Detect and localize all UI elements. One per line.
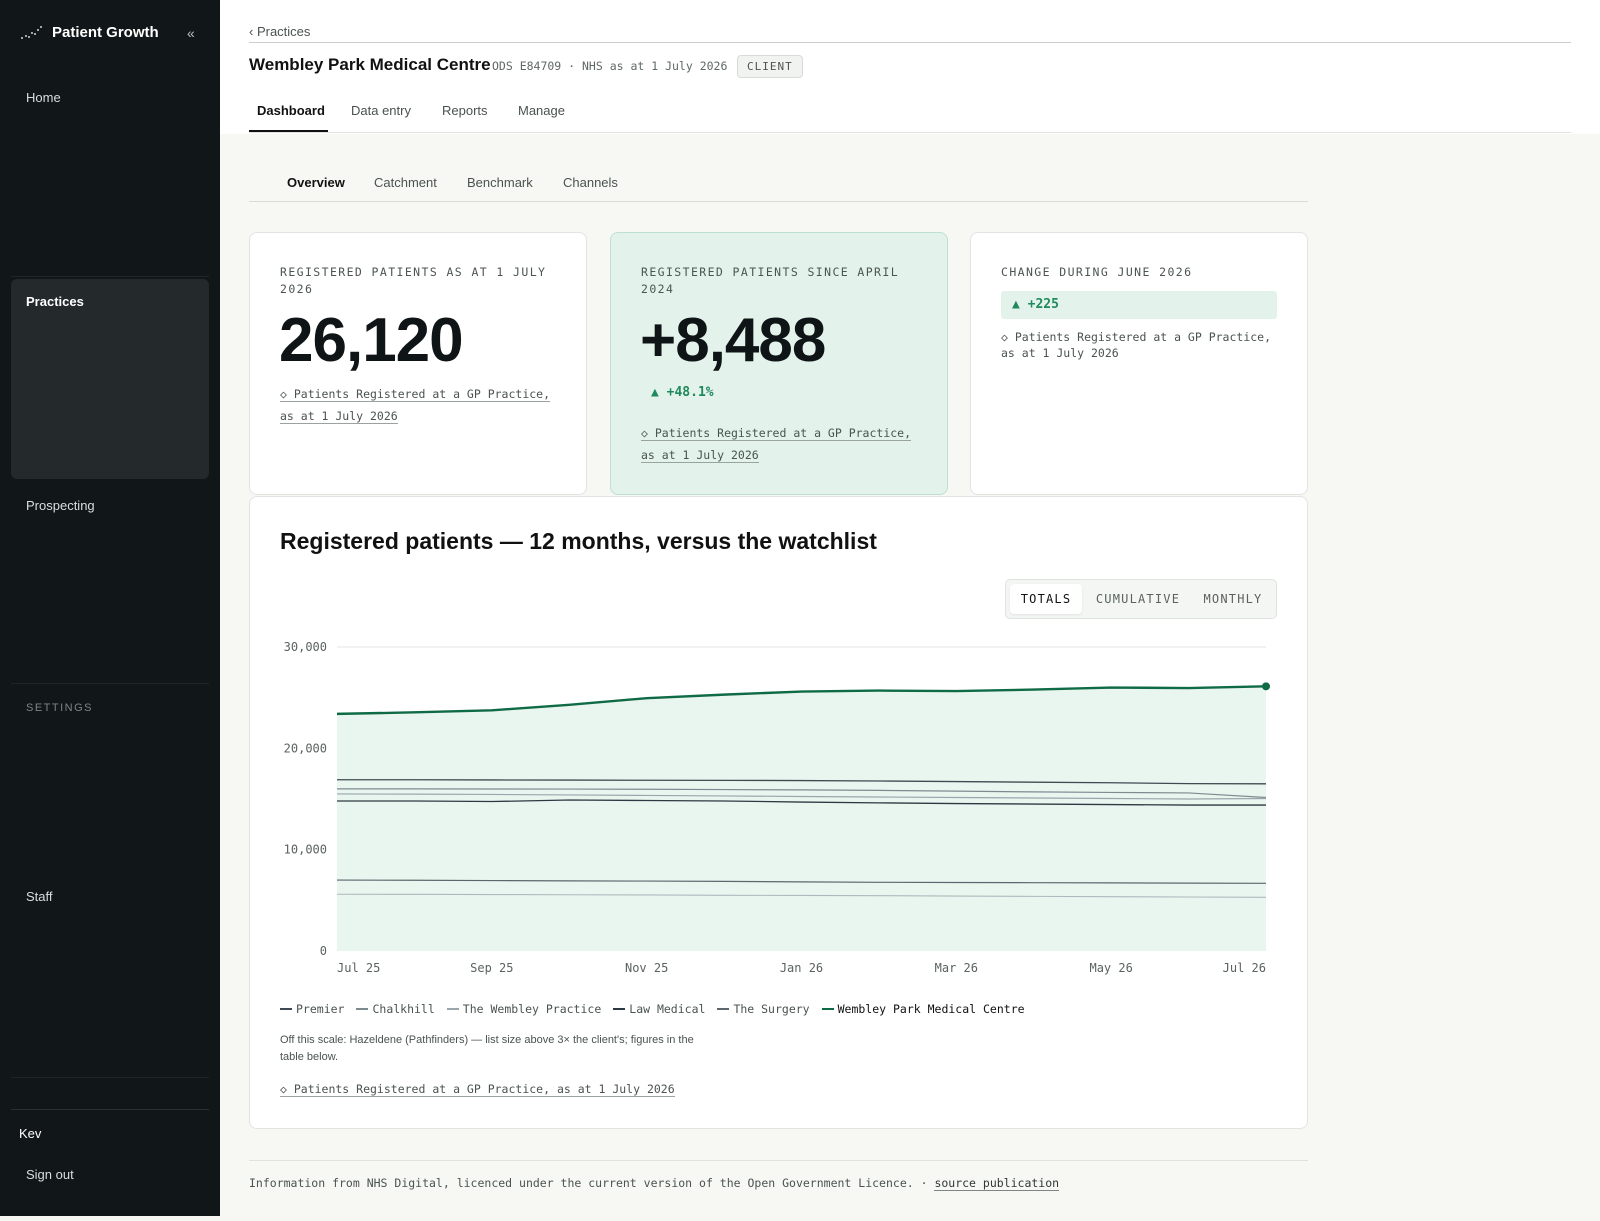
divider bbox=[249, 132, 1571, 133]
change-delta-pill: ▲ +225 bbox=[1001, 291, 1277, 319]
x-tick-label: Sep 25 bbox=[470, 961, 513, 975]
source-note[interactable]: ◇ Patients Registered at a GP Practice, … bbox=[280, 1082, 675, 1097]
legend-item: Law Medical bbox=[613, 1002, 705, 1016]
legend-swatch bbox=[821, 1008, 834, 1010]
x-tick-label: May 26 bbox=[1089, 961, 1132, 975]
legend-label: Premier bbox=[296, 1002, 345, 1016]
sidebar-item-practices-highlight[interactable] bbox=[11, 279, 209, 479]
legend-label: The Wembley Practice bbox=[462, 1002, 602, 1016]
legend-swatch bbox=[717, 1008, 730, 1010]
legend-swatch bbox=[356, 1008, 369, 1010]
legend-label: The Surgery bbox=[733, 1002, 810, 1016]
client-latest-point bbox=[1262, 682, 1270, 691]
y-tick-label: 20,000 bbox=[284, 741, 327, 755]
patients-since-card: REGISTERED PATIENTS SINCE APRIL 2024 +8,… bbox=[610, 232, 948, 495]
brand-title: Patient Growth bbox=[52, 24, 159, 41]
y-tick-label: 30,000 bbox=[284, 640, 327, 654]
legend-swatch bbox=[280, 1008, 292, 1010]
growth-dots-icon bbox=[20, 25, 42, 41]
tab-dashboard[interactable]: Dashboard bbox=[257, 103, 325, 118]
tab-data-entry[interactable]: Data entry bbox=[351, 103, 411, 118]
legend-item: Chalkhill bbox=[356, 1002, 435, 1016]
sidebar-item-staff[interactable]: Staff bbox=[26, 889, 53, 904]
legend-swatch bbox=[446, 1008, 459, 1010]
brand[interactable]: Patient Growth bbox=[20, 24, 159, 41]
registered-patients-value: 26,120 bbox=[279, 306, 464, 375]
practice-meta: ODS E84709 · NHS as at 1 July 2026 bbox=[492, 59, 728, 73]
legend-swatch bbox=[613, 1008, 626, 1010]
legend-label: Law Medical bbox=[629, 1002, 706, 1016]
legend-item: Wembley Park Medical Centre bbox=[821, 1002, 1025, 1016]
growth-delta: ▲ +48.1% bbox=[651, 385, 714, 400]
registered-patients-chart: 0 10,000 20,000 30,000 Jul 25 Sep 25 Nov 25 Jan… bbox=[284, 640, 1270, 975]
status-badge: CLIENT bbox=[737, 55, 803, 78]
sidebar-item-home[interactable]: Home bbox=[26, 90, 61, 105]
divider bbox=[11, 1077, 209, 1078]
chart-card: Registered patients — 12 months, versus … bbox=[249, 496, 1308, 1129]
divider bbox=[249, 42, 1571, 43]
user-name: Kev bbox=[19, 1126, 42, 1141]
footer: Information from NHS Digital, licenced u… bbox=[249, 1176, 1060, 1191]
x-tick-label: Mar 26 bbox=[935, 961, 978, 975]
page-title: Wembley Park Medical Centre bbox=[249, 55, 491, 74]
page-header: ‹ Practices Wembley Park Medical Centre … bbox=[220, 0, 1600, 134]
card-label: REGISTERED PATIENTS SINCE APRIL 2024 bbox=[641, 265, 900, 296]
source-note: ◇ Patients Registered at a GP Practice, … bbox=[1001, 330, 1272, 360]
registered-patients-card: REGISTERED PATIENTS AS AT 1 JULY 2026 26… bbox=[249, 232, 587, 495]
legend-item: The Surgery bbox=[717, 1002, 810, 1016]
divider bbox=[11, 1109, 209, 1110]
sign-out-link[interactable]: Sign out bbox=[26, 1167, 74, 1182]
x-tick-label: Nov 25 bbox=[625, 961, 668, 975]
collapse-sidebar-button[interactable]: « bbox=[187, 25, 195, 41]
patients-since-value: +8,488 bbox=[640, 306, 826, 375]
divider bbox=[249, 1160, 1308, 1161]
y-tick-label: 0 bbox=[320, 944, 327, 958]
card-label: CHANGE DURING JUNE 2026 bbox=[1001, 265, 1193, 279]
off-scale-note: Off this scale: Hazeldene (Pathfinders) … bbox=[280, 1034, 694, 1063]
legend-item: The Wembley Practice bbox=[446, 1002, 602, 1016]
source-publication-link[interactable]: source publication bbox=[934, 1176, 1060, 1191]
chart-legend: Premier Chalkhill The Wembley Practice Law … bbox=[280, 1002, 1025, 1016]
tab-manage[interactable]: Manage bbox=[518, 103, 565, 118]
sidebar-item-prospecting[interactable]: Prospecting bbox=[26, 498, 95, 513]
subtab-overview[interactable]: Overview bbox=[287, 175, 345, 190]
x-tick-label: Jul 26 bbox=[1223, 961, 1266, 975]
legend-label: Wembley Park Medical Centre bbox=[837, 1002, 1025, 1016]
subtab-channels[interactable]: Channels bbox=[563, 175, 618, 190]
subtab-catchment[interactable]: Catchment bbox=[374, 175, 437, 190]
legend-label: Chalkhill bbox=[372, 1002, 435, 1016]
client-area bbox=[337, 686, 1266, 951]
source-note[interactable]: ◇ Patients Registered at a GP Practice, … bbox=[641, 422, 931, 466]
breadcrumb[interactable]: ‹ Practices bbox=[249, 24, 310, 39]
x-tick-label: Jan 26 bbox=[780, 961, 823, 975]
sidebar: Patient Growth « Home Practices Prospect… bbox=[0, 0, 220, 1216]
divider bbox=[249, 201, 1308, 202]
x-tick-label: Jul 25 bbox=[337, 961, 380, 975]
subtab-benchmark[interactable]: Benchmark bbox=[467, 175, 533, 190]
y-tick-label: 10,000 bbox=[284, 843, 327, 857]
legend-item: Premier bbox=[280, 1002, 344, 1016]
settings-header: SETTINGS bbox=[26, 702, 94, 714]
card-label: REGISTERED PATIENTS AS AT 1 JULY 2026 bbox=[280, 265, 547, 296]
source-note[interactable]: ◇ Patients Registered at a GP Practice, … bbox=[280, 383, 570, 427]
divider bbox=[11, 276, 209, 277]
footer-text: Information from NHS Digital, licenced u… bbox=[249, 1176, 935, 1190]
tab-reports[interactable]: Reports bbox=[442, 103, 488, 118]
divider bbox=[11, 683, 209, 684]
change-june-card: CHANGE DURING JUNE 2026 ▲ +225 ◇ Patient… bbox=[970, 232, 1308, 495]
sidebar-item-practices[interactable]: Practices bbox=[26, 294, 84, 309]
